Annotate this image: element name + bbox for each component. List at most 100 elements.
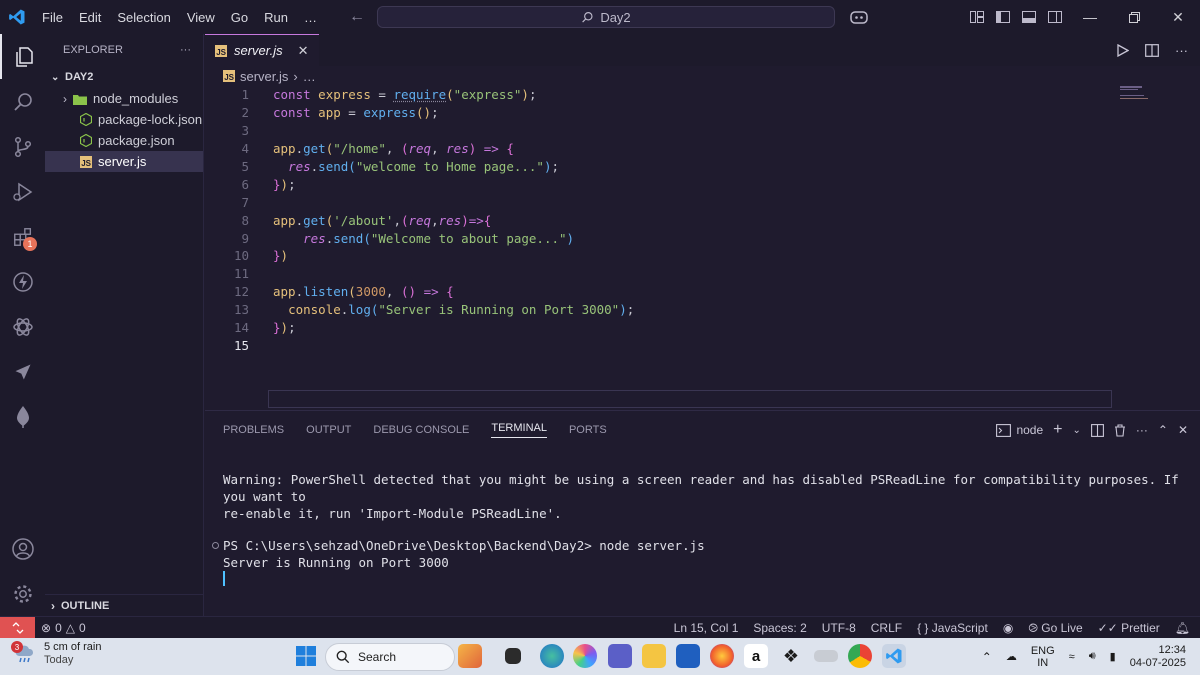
trash-icon[interactable] bbox=[1114, 423, 1126, 437]
microsoft-store-icon[interactable] bbox=[676, 644, 700, 668]
indentation[interactable]: Spaces: 2 bbox=[753, 621, 806, 635]
taskbar-search[interactable]: Search bbox=[325, 643, 455, 671]
menu-selection[interactable]: Selection bbox=[109, 0, 178, 34]
vscode-taskbar-icon[interactable] bbox=[882, 644, 906, 668]
tree-item-node-modules[interactable]: › node_modules bbox=[45, 88, 203, 109]
amazon-icon[interactable]: a bbox=[744, 644, 768, 668]
battery-icon[interactable]: ▮ bbox=[1110, 650, 1116, 663]
command-center-search[interactable]: Day2 bbox=[377, 6, 835, 28]
minimize-icon[interactable]: — bbox=[1068, 0, 1112, 34]
go-live-button[interactable]: ⧁ Go Live bbox=[1028, 621, 1082, 636]
prettier-status[interactable]: ✓✓ Prettier bbox=[1098, 621, 1160, 635]
minimap[interactable] bbox=[1120, 86, 1150, 104]
line-number: 3 bbox=[241, 123, 249, 139]
close-window-icon[interactable]: ✕ bbox=[1156, 0, 1200, 34]
editor-more-icon[interactable]: ··· bbox=[1175, 43, 1188, 58]
firefox-icon[interactable] bbox=[710, 644, 734, 668]
clock[interactable]: 12:34 04-07-2025 bbox=[1130, 644, 1186, 670]
source-control-icon[interactable] bbox=[0, 124, 45, 169]
tab-problems[interactable]: PROBLEMS bbox=[223, 424, 284, 436]
maximize-panel-icon[interactable]: ⌃ bbox=[1158, 423, 1168, 437]
terminal-output[interactable]: Warning: PowerShell detected that you mi… bbox=[205, 449, 1200, 590]
settings-gear-icon[interactable] bbox=[0, 571, 45, 616]
error-count: 0 bbox=[55, 620, 62, 635]
search-highlight-icon[interactable] bbox=[458, 644, 482, 668]
restore-icon[interactable] bbox=[1112, 0, 1156, 34]
thunder-client-icon[interactable] bbox=[0, 259, 45, 304]
tree-item-package-json[interactable]: package.json bbox=[45, 130, 203, 151]
language-indicator[interactable]: ENG IN bbox=[1031, 645, 1055, 669]
tab-server-js[interactable]: JS server.js ✕ bbox=[205, 34, 319, 66]
close-tab-icon[interactable]: ✕ bbox=[298, 43, 309, 59]
code-line: 6}); bbox=[205, 175, 1200, 193]
tab-output[interactable]: OUTPUT bbox=[306, 424, 351, 436]
wifi-icon[interactable]: ≈ bbox=[1069, 651, 1075, 663]
tree-item-server-js[interactable]: JS server.js bbox=[45, 151, 203, 172]
explorer-more-icon[interactable]: ··· bbox=[180, 44, 191, 56]
encoding[interactable]: UTF-8 bbox=[822, 621, 856, 635]
run-icon[interactable] bbox=[1117, 43, 1129, 57]
chrome-icon[interactable] bbox=[848, 644, 872, 668]
menu-run[interactable]: Run bbox=[256, 0, 296, 34]
extensions-icon[interactable]: 1 bbox=[0, 214, 45, 259]
customize-layout-icon[interactable] bbox=[964, 0, 990, 34]
teams-icon[interactable] bbox=[608, 644, 632, 668]
send-icon[interactable] bbox=[0, 349, 45, 394]
remote-indicator-icon[interactable] bbox=[0, 616, 35, 639]
chatgpt-icon[interactable] bbox=[0, 304, 45, 349]
outline-section[interactable]: › OUTLINE bbox=[45, 594, 203, 616]
chevron-down-icon[interactable]: ⌄ bbox=[1072, 425, 1080, 436]
chevron-up-icon[interactable]: ⌃ bbox=[982, 650, 992, 664]
problems-status[interactable]: ⊗ 0 △ 0 bbox=[35, 621, 86, 635]
weather-widget[interactable]: 3 5 cm of rain Today bbox=[11, 641, 101, 667]
run-and-debug-icon[interactable] bbox=[0, 169, 45, 214]
tab-ports[interactable]: PORTS bbox=[569, 424, 607, 436]
back-arrow-icon[interactable]: ← bbox=[349, 8, 365, 26]
breadcrumb: JS server.js › … bbox=[205, 66, 1200, 86]
mongodb-leaf-icon[interactable] bbox=[0, 394, 45, 439]
tree-item-package-lock[interactable]: package-lock.json bbox=[45, 109, 203, 130]
dropbox-icon[interactable]: ❖ bbox=[779, 644, 803, 668]
copilot-app-icon[interactable] bbox=[573, 644, 597, 668]
breadcrumb-file[interactable]: server.js bbox=[240, 69, 288, 84]
code-line: 10}) bbox=[205, 247, 1200, 265]
copilot-status-icon[interactable]: ◉ bbox=[1003, 621, 1013, 635]
menu-go[interactable]: Go bbox=[223, 0, 256, 34]
volume-icon[interactable]: 🔊︎ bbox=[1089, 650, 1096, 663]
tab-terminal[interactable]: TERMINAL bbox=[491, 422, 547, 438]
menu-view[interactable]: View bbox=[179, 0, 223, 34]
account-icon[interactable] bbox=[0, 526, 45, 571]
edge-browser-icon[interactable] bbox=[540, 644, 564, 668]
network-status-icon[interactable]: ☁ bbox=[1006, 650, 1017, 663]
notifications-bell-icon[interactable]: 🔔︎ bbox=[1175, 621, 1190, 635]
weather-subtext: Today bbox=[44, 654, 74, 666]
search-sidebar-icon[interactable] bbox=[0, 79, 45, 124]
task-view-icon[interactable] bbox=[505, 648, 521, 664]
explorer-icon[interactable] bbox=[0, 34, 45, 79]
new-terminal-icon[interactable]: + bbox=[1053, 421, 1062, 439]
folder-day2[interactable]: ⌄ DAY2 bbox=[45, 66, 203, 88]
terminal-selector[interactable]: node bbox=[996, 423, 1043, 437]
breadcrumb-more[interactable]: … bbox=[303, 69, 316, 84]
drive-icon[interactable] bbox=[814, 650, 838, 662]
toggle-sidebar-icon[interactable] bbox=[990, 0, 1016, 34]
file-explorer-icon[interactable] bbox=[642, 644, 666, 668]
toggle-secondary-sidebar-icon[interactable] bbox=[1042, 0, 1068, 34]
close-panel-icon[interactable]: ✕ bbox=[1178, 423, 1188, 437]
tab-debug-console[interactable]: DEBUG CONSOLE bbox=[373, 424, 469, 436]
cursor-position[interactable]: Ln 15, Col 1 bbox=[674, 621, 739, 635]
split-terminal-icon[interactable] bbox=[1090, 423, 1104, 437]
split-editor-icon[interactable] bbox=[1145, 43, 1159, 57]
menu-more[interactable]: … bbox=[296, 0, 325, 34]
copilot-icon[interactable] bbox=[844, 0, 874, 34]
line-endings[interactable]: CRLF bbox=[871, 621, 902, 635]
panel-more-icon[interactable]: ··· bbox=[1136, 423, 1148, 437]
menu-edit[interactable]: Edit bbox=[71, 0, 109, 34]
language-mode[interactable]: { } JavaScript bbox=[917, 621, 988, 635]
menu-file[interactable]: File bbox=[34, 0, 71, 34]
windows-start-icon[interactable] bbox=[295, 645, 317, 670]
toggle-panel-icon[interactable] bbox=[1016, 0, 1042, 34]
code-editor[interactable]: 1 const express = require("express"); 2 co… bbox=[205, 86, 1200, 408]
code-line: 7 bbox=[205, 193, 1200, 211]
line-number: 5 bbox=[241, 159, 249, 174]
